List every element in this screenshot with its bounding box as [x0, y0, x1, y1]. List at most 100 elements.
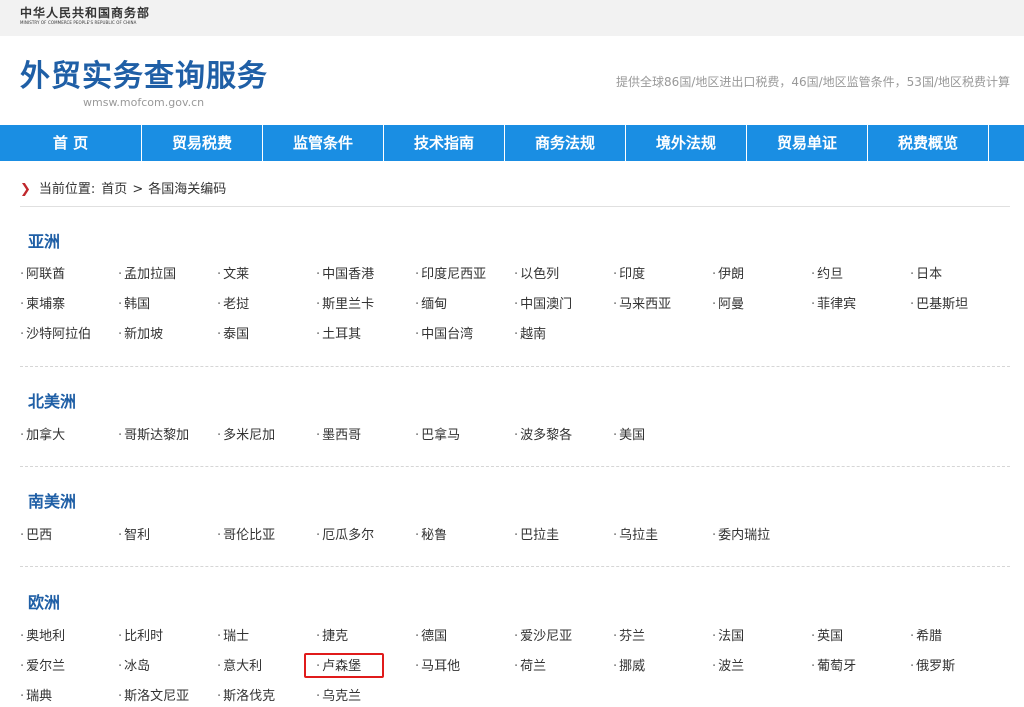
nav-trade-tax[interactable]: 贸易税费	[142, 125, 263, 161]
country-name: 波多黎各	[520, 428, 573, 443]
bullet-icon: ·	[415, 327, 420, 342]
country-link[interactable]: · 菲律宾	[811, 295, 856, 315]
site-title[interactable]: 外贸实务查询服务	[20, 59, 268, 95]
bullet-icon: ·	[613, 659, 618, 674]
country-name: 波兰	[718, 659, 745, 674]
country-link[interactable]: · 马来西亚	[613, 295, 671, 315]
country-link[interactable]: · 土耳其	[316, 325, 361, 345]
country-link[interactable]: · 英国	[811, 627, 843, 647]
nav-home[interactable]: 首 页	[0, 125, 142, 161]
country-name: 哥伦比亚	[223, 528, 276, 543]
country-link[interactable]: · 波多黎各	[514, 426, 572, 446]
nav-trade-documents[interactable]: 贸易单证	[747, 125, 868, 161]
country-link[interactable]: · 巴拿马	[415, 426, 460, 446]
country-link[interactable]: · 乌拉圭	[613, 526, 658, 546]
country-name: 老挝	[223, 297, 250, 312]
country-link[interactable]: · 爱尔兰	[20, 657, 65, 677]
country-link[interactable]: · 中国台湾	[415, 325, 473, 345]
country-link[interactable]: · 捷克	[316, 627, 348, 647]
country-name: 加拿大	[26, 428, 66, 443]
country-link[interactable]: · 印度尼西亚	[415, 265, 486, 285]
bullet-icon: ·	[712, 267, 717, 282]
country-link[interactable]: · 约旦	[811, 265, 843, 285]
bullet-icon: ·	[415, 629, 420, 644]
country-link[interactable]: · 哥伦比亚	[217, 526, 275, 546]
nav-technical-guide[interactable]: 技术指南	[384, 125, 505, 161]
country-link[interactable]: · 中国香港	[316, 265, 374, 285]
country-link[interactable]: · 中国澳门	[514, 295, 572, 315]
country-link[interactable]: · 秘鲁	[415, 526, 447, 546]
country-link[interactable]: · 柬埔寨	[20, 295, 65, 315]
country-link[interactable]: · 老挝	[217, 295, 249, 315]
country-link[interactable]: · 阿联酋	[20, 265, 65, 285]
country-link[interactable]: · 希腊	[910, 627, 942, 647]
country-link[interactable]: · 以色列	[514, 265, 559, 285]
country-name: 葡萄牙	[817, 659, 857, 674]
country-link[interactable]: · 哥斯达黎加	[118, 426, 189, 446]
country-link[interactable]: · 韩国	[118, 295, 150, 315]
country-link[interactable]: · 巴基斯坦	[910, 295, 968, 315]
country-link[interactable]: · 沙特阿拉伯	[20, 325, 91, 345]
country-link[interactable]: · 智利	[118, 526, 150, 546]
nav-foreign-laws[interactable]: 境外法规	[626, 125, 747, 161]
country-link[interactable]: · 印度	[613, 265, 645, 285]
country-name: 奥地利	[26, 629, 66, 644]
country-link[interactable]: · 冰岛	[118, 657, 150, 677]
country-link[interactable]: · 德国	[415, 627, 447, 647]
country-link[interactable]: · 意大利	[217, 657, 262, 677]
country-name: 印度尼西亚	[421, 267, 487, 282]
country-link[interactable]: · 文莱	[217, 265, 249, 285]
country-link[interactable]: · 挪威	[613, 657, 645, 677]
country-name: 以色列	[520, 267, 560, 282]
bullet-icon: ·	[316, 267, 321, 282]
country-link[interactable]: · 瑞士	[217, 627, 249, 647]
country-link[interactable]: · 葡萄牙	[811, 657, 856, 677]
country-link[interactable]: · 比利时	[118, 627, 163, 647]
country-link[interactable]: · 瑞典	[20, 687, 52, 707]
country-link[interactable]: · 伊朗	[712, 265, 744, 285]
bullet-icon: ·	[20, 327, 25, 342]
bullet-icon: ·	[316, 528, 321, 543]
main-nav: 首 页 贸易税费 监管条件 技术指南 商务法规 境外法规 贸易单证 税费概览	[0, 125, 1024, 161]
country-link[interactable]: · 马耳他	[415, 657, 460, 677]
country-name: 越南	[520, 327, 547, 342]
country-link[interactable]: · 巴拉圭	[514, 526, 559, 546]
country-link[interactable]: · 荷兰	[514, 657, 546, 677]
country-link[interactable]: · 阿曼	[712, 295, 744, 315]
country-link[interactable]: · 越南	[514, 325, 546, 345]
country-name: 哥斯达黎加	[124, 428, 190, 443]
country-name: 美国	[619, 428, 646, 443]
ministry-logo[interactable]: 中华人民共和国商务部 MINISTRY OF COMMERCE PEOPLE'S…	[20, 6, 150, 26]
country-link[interactable]: · 爱沙尼亚	[514, 627, 572, 647]
country-link[interactable]: · 墨西哥	[316, 426, 361, 446]
country-link[interactable]: · 美国	[613, 426, 645, 446]
country-link[interactable]: · 俄罗斯	[910, 657, 955, 677]
country-link[interactable]: · 多米尼加	[217, 426, 275, 446]
country-link[interactable]: · 加拿大	[20, 426, 65, 446]
breadcrumb-home-link[interactable]: 首页	[101, 180, 127, 200]
country-name: 墨西哥	[322, 428, 362, 443]
country-link[interactable]: · 斯洛文尼亚	[118, 687, 189, 707]
country-link[interactable]: · 奥地利	[20, 627, 65, 647]
country-link[interactable]: · 缅甸	[415, 295, 447, 315]
country-link[interactable]: · 孟加拉国	[118, 265, 176, 285]
country-link[interactable]: · 斯里兰卡	[316, 295, 374, 315]
country-link[interactable]: · 波兰	[712, 657, 744, 677]
nav-tax-overview[interactable]: 税费概览	[868, 125, 989, 161]
country-link[interactable]: · 委内瑞拉	[712, 526, 770, 546]
country-name: 乌拉圭	[619, 528, 659, 543]
country-link[interactable]: · 新加坡	[118, 325, 163, 345]
country-link[interactable]: · 芬兰	[613, 627, 645, 647]
bullet-icon: ·	[118, 297, 123, 312]
country-link[interactable]: · 厄瓜多尔	[316, 526, 374, 546]
country-link[interactable]: · 日本	[910, 265, 942, 285]
country-link[interactable]: · 巴西	[20, 526, 52, 546]
nav-regulatory-conditions[interactable]: 监管条件	[263, 125, 384, 161]
nav-commerce-laws[interactable]: 商务法规	[505, 125, 626, 161]
country-link[interactable]: · 泰国	[217, 325, 249, 345]
country-link[interactable]: · 乌克兰	[316, 687, 361, 707]
bullet-icon: ·	[910, 267, 915, 282]
country-link[interactable]: · 法国	[712, 627, 744, 647]
bullet-icon: ·	[118, 629, 123, 644]
country-link[interactable]: · 斯洛伐克	[217, 687, 275, 707]
